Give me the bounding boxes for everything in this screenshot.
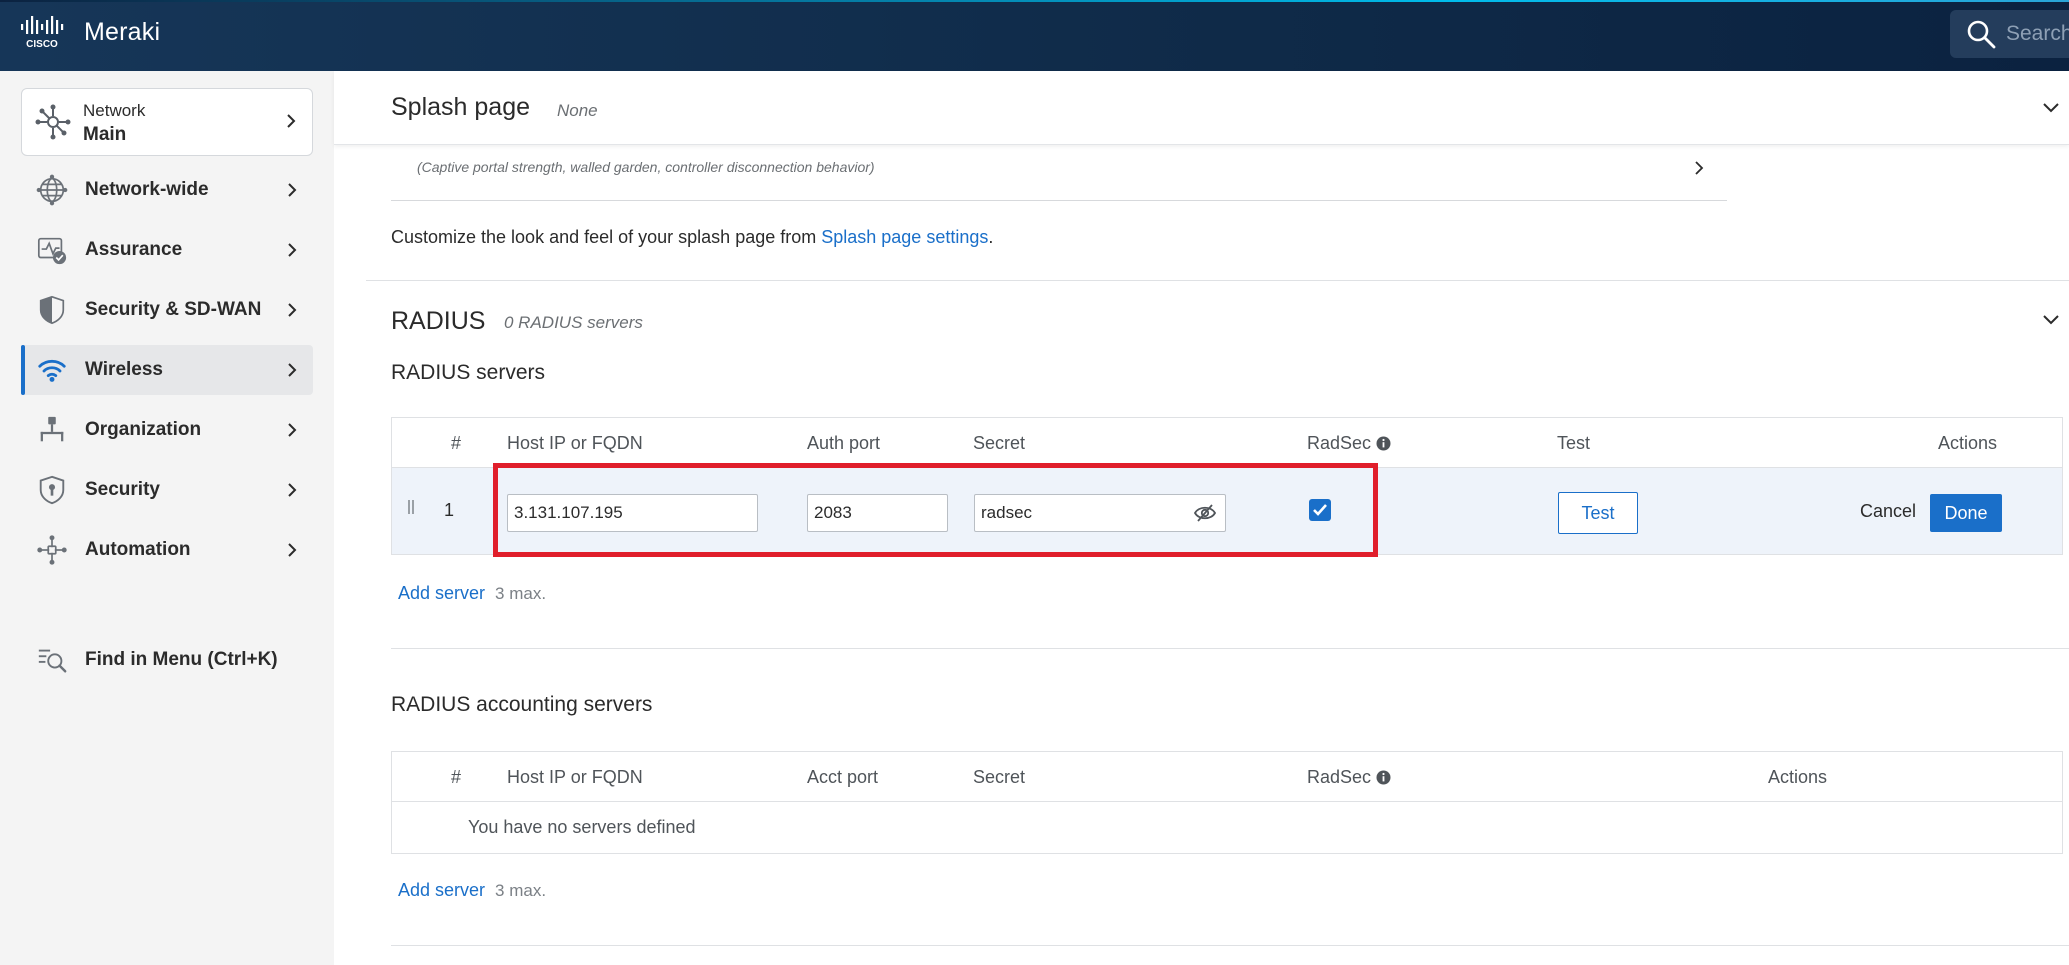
col-secret: Secret (973, 767, 1026, 787)
network-name: Main (83, 124, 127, 145)
row-number: 1 (444, 500, 455, 520)
chevron-right-icon (285, 542, 299, 558)
splash-page-title: Splash page (391, 93, 531, 121)
sidebar-item-automation[interactable]: Automation (21, 525, 313, 575)
splash-page-header[interactable]: Splash page None (334, 71, 2069, 145)
info-icon[interactable] (1376, 770, 1391, 785)
chevron-right-icon (285, 302, 299, 318)
info-icon[interactable] (1376, 436, 1391, 451)
highlight-box (493, 463, 1378, 557)
add-server-row: Add server 3 max. (398, 583, 546, 604)
col-acct-port: Acct port (807, 767, 879, 787)
col-num: # (451, 767, 462, 787)
shield-half-icon (35, 293, 69, 327)
customize-text: Customize the look and feel of your spla… (391, 227, 822, 247)
brand-name: Meraki (84, 17, 161, 46)
max-servers-note: 3 max. (495, 584, 547, 603)
splash-customize-text: Customize the look and feel of your spla… (391, 227, 993, 248)
wifi-icon (35, 353, 69, 387)
organization-icon (35, 413, 69, 447)
header-accent-line (0, 0, 2069, 2)
global-search[interactable]: Search (1950, 10, 2069, 58)
drag-handle-icon[interactable] (408, 500, 414, 514)
automation-icon (35, 533, 69, 567)
shield-lock-icon (35, 473, 69, 507)
add-accounting-server-link[interactable]: Add server (398, 880, 485, 901)
add-server-link[interactable]: Add server (398, 583, 485, 604)
table-header: # Host IP or FQDN Auth port Secret RadSe… (392, 418, 2062, 468)
radius-count: 0 RADIUS servers (504, 313, 643, 332)
chevron-right-icon (285, 482, 299, 498)
section-divider (391, 945, 2069, 946)
col-auth-port: Auth port (807, 433, 881, 453)
sidebar-item-label: Security (85, 479, 160, 500)
cisco-logo-text: CISCO (26, 39, 58, 50)
sidebar-item-label: Automation (85, 539, 191, 560)
find-in-menu[interactable]: Find in Menu (Ctrl+K) (21, 635, 313, 685)
max-servers-note: 3 max. (495, 881, 547, 900)
col-host: Host IP or FQDN (507, 433, 643, 453)
assurance-icon (35, 233, 69, 267)
radius-servers-title: RADIUS servers (391, 361, 546, 384)
sidebar-item-label: Organization (85, 419, 202, 440)
sidebar-item-label: Assurance (85, 239, 183, 260)
sidebar-item-label: Security & SD-WAN (85, 299, 262, 320)
network-hub-icon (35, 104, 71, 140)
sidebar-item-label: Network-wide (85, 179, 209, 200)
col-radsec: RadSec (1307, 433, 1391, 454)
sidebar-item-security-sd-wan[interactable]: Security & SD-WAN (21, 285, 313, 335)
radius-accounting-table: # Host IP or FQDN Acct port Secret RadSe… (391, 751, 2063, 854)
col-secret: Secret (973, 433, 1026, 453)
network-selector[interactable]: Network Main (21, 88, 313, 156)
splash-page-settings-link[interactable]: Splash page settings (821, 227, 988, 247)
sidebar-item-label: Wireless (85, 359, 163, 380)
col-actions: Actions (1938, 433, 1998, 453)
sidebar-item-network-wide[interactable]: Network-wide (21, 165, 313, 215)
search-placeholder: Search (2006, 22, 2069, 45)
chevron-right-icon (285, 242, 299, 258)
splash-advanced-description: (Captive portal strength, walled garden,… (417, 159, 875, 175)
sidebar-item-assurance[interactable]: Assurance (21, 225, 313, 275)
splash-page-value: None (557, 101, 598, 120)
chevron-down-icon[interactable] (2042, 314, 2060, 326)
network-label: Network (83, 101, 146, 120)
chevron-down-icon[interactable] (2042, 102, 2060, 114)
test-button[interactable]: Test (1558, 492, 1638, 534)
col-radsec: RadSec (1307, 767, 1391, 788)
col-radsec-label: RadSec (1307, 433, 1372, 453)
search-icon (1967, 20, 1996, 49)
chevron-right-icon (285, 182, 299, 198)
radius-title: RADIUS (391, 307, 486, 335)
globe-icon (35, 173, 69, 207)
sidebar-item-security[interactable]: Security (21, 465, 313, 515)
col-num: # (451, 433, 462, 453)
sidebar-item-organization[interactable]: Organization (21, 405, 313, 455)
col-actions: Actions (1768, 767, 1828, 787)
empty-servers-message: You have no servers defined (468, 817, 696, 837)
chevron-right-icon (285, 422, 299, 438)
cancel-button[interactable]: Cancel (1860, 501, 1916, 522)
customize-end: . (988, 227, 994, 247)
find-in-menu-label: Find in Menu (Ctrl+K) (85, 649, 278, 670)
col-host: Host IP or FQDN (507, 767, 643, 787)
done-button[interactable]: Done (1930, 494, 2002, 532)
chevron-right-icon (284, 113, 298, 129)
radius-accounting-title: RADIUS accounting servers (391, 693, 653, 716)
main-content: Splash page None (Captive portal strengt… (334, 71, 2069, 965)
menu-search-icon (35, 643, 69, 677)
col-radsec-label: RadSec (1307, 767, 1372, 787)
col-test: Test (1557, 433, 1591, 453)
section-divider (391, 648, 2069, 649)
chevron-right-icon[interactable] (1692, 160, 1706, 176)
cisco-logo-icon: CISCO (21, 16, 64, 50)
section-divider (366, 280, 2069, 281)
sidebar: Network Main Network-wide Assurance Secu… (0, 71, 334, 965)
chevron-right-icon (285, 362, 299, 378)
sidebar-item-wireless[interactable]: Wireless (21, 345, 313, 395)
table-header: # Host IP or FQDN Acct port Secret RadSe… (392, 752, 2062, 802)
top-header: CISCO Meraki Search (0, 0, 2069, 71)
add-accounting-server-row: Add server 3 max. (398, 880, 546, 901)
brand[interactable]: CISCO Meraki (20, 14, 160, 50)
